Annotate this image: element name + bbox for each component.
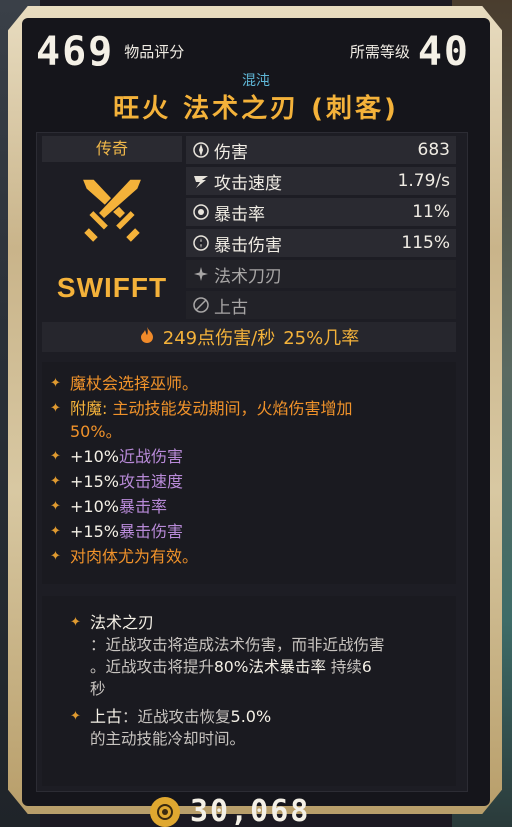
dps-row: 249点伤害/秒 25%几率 (42, 322, 456, 352)
item-title: 旺火 法术之刃 (刺客) (113, 94, 399, 124)
stat-value: 1.79/s (397, 171, 450, 191)
stat-row-crit-rate: 暴击率 11% (186, 198, 456, 226)
stat-name: 法术刀刃 (214, 266, 282, 287)
spell-blade-icon (190, 263, 212, 285)
affix-enchant: ✦ 附魔: 主动技能发动期间，火焰伤害增加 50%。 (50, 399, 353, 441)
dps-text: 249点伤害/秒 (162, 328, 276, 349)
star-icon: ✦ (50, 376, 61, 391)
brand-name: SWIFFT (56, 272, 168, 303)
ability-ancient: ✦ 上古：近战攻击恢复5.0% (70, 707, 272, 726)
star-icon: ✦ (50, 549, 61, 564)
affix-flesh: ✦ 对肉体尤为有效。 (50, 547, 199, 566)
crossed-swords-icon (42, 162, 182, 260)
star-icon: ✦ (70, 615, 81, 630)
price-bar: 30,068 (150, 794, 360, 827)
enchant-value: 50%。 (70, 422, 122, 441)
stat-value: 11% (412, 202, 450, 222)
stat-name: 暴击率 (214, 204, 265, 225)
ancient-icon (190, 294, 212, 316)
stat-value: 115% (401, 233, 450, 253)
stat-row-spell-blade: 法术刀刃 (186, 260, 456, 288)
affix-bonus: ✦ +15%暴击伤害 (50, 522, 183, 541)
required-level: 所需等级 40 (350, 26, 470, 72)
fire-icon (139, 326, 155, 349)
affix-bonus: ✦ +10%近战伤害 (50, 447, 183, 466)
stat-name: 伤害 (214, 142, 248, 163)
ability-spellblade-title: ✦ 法术之刃 (70, 613, 155, 632)
stat-row-damage: 伤害 683 (186, 136, 456, 164)
enchant-text: 主动技能发动期间，火焰伤害增加 (112, 399, 353, 418)
affix-bonus: ✦ +10%暴击率 (50, 497, 167, 516)
enchant-label: 附魔 (70, 399, 103, 418)
stat-value: 683 (417, 140, 450, 160)
item-score-value: 469 (36, 29, 115, 75)
item-score-label: 物品评分 (124, 43, 185, 61)
affix-class: ✦ 魔杖会选择巫师。 (50, 374, 199, 393)
stats-list: 伤害 683 攻击速度 1.79/s 暴击率 11% 暴击伤害 115% 法术刀… (186, 136, 456, 322)
stat-row-attack-speed: 攻击速度 1.79/s (186, 167, 456, 195)
item-summary: 传奇 SWIFFT (42, 136, 182, 318)
crit-rate-icon (190, 201, 212, 223)
stat-row-ancient: 上古 (186, 291, 456, 319)
ability-spellblade-text: ：近战攻击将造成法术伤害，而非近战伤害 。近战攻击将提升80%法术暴击率 持续6… (90, 636, 385, 698)
damage-icon (190, 139, 212, 161)
price-value: 30,068 (190, 794, 311, 827)
ability-ancient-text: 的主动技能冷却时间。 (90, 730, 246, 748)
stat-name: 攻击速度 (214, 173, 282, 194)
tier-label: 传奇 (42, 136, 182, 162)
crit-damage-icon (190, 232, 212, 254)
star-icon: ✦ (50, 401, 61, 416)
required-level-label: 所需等级 (349, 43, 410, 61)
stat-row-crit-damage: 暴击伤害 115% (186, 229, 456, 257)
attack-speed-icon (190, 170, 212, 192)
star-icon: ✦ (50, 449, 61, 464)
stat-name: 上古 (214, 297, 248, 318)
required-level-value: 40 (417, 29, 470, 75)
star-icon: ✦ (70, 709, 81, 724)
star-icon: ✦ (50, 474, 61, 489)
rarity-tag: 混沌 (242, 73, 270, 89)
item-score: 469 物品评分 (36, 26, 184, 72)
coin-icon (150, 796, 180, 827)
stat-name: 暴击伤害 (214, 235, 282, 256)
star-icon: ✦ (50, 499, 61, 514)
star-icon: ✦ (50, 524, 61, 539)
brand-logo: SWIFFT (42, 260, 182, 316)
dps-chance: 25%几率 (283, 328, 360, 349)
ability-list: ✦ 法术之刃 ：近战攻击将造成法术伤害，而非近战伤害 。近战攻击将提升80%法术… (42, 596, 456, 786)
affix-list: ✦ 魔杖会选择巫师。 ✦ 附魔: 主动技能发动期间，火焰伤害增加 50%。 ✦ … (42, 362, 456, 584)
affix-bonus: ✦ +15%攻击速度 (50, 472, 183, 491)
